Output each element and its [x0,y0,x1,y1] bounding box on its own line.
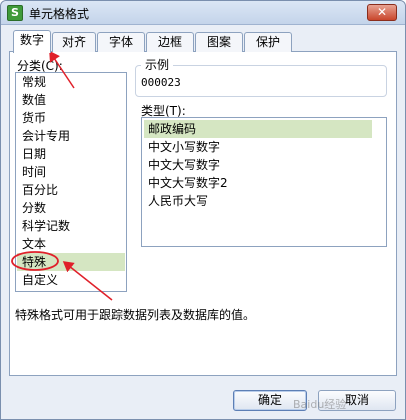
type-item-chinese-uppercase-2[interactable]: 中文大写数字2 [144,174,372,192]
category-item-date[interactable]: 日期 [17,145,125,163]
sample-title: 示例 [141,56,174,73]
type-list[interactable]: 邮政编码 中文小写数字 中文大写数字 中文大写数字2 人民币大写 [141,117,387,247]
dialog-title: 单元格格式 [29,7,90,21]
tab-alignment[interactable]: 对齐 [52,32,96,52]
tab-border[interactable]: 边框 [146,32,194,52]
title-bar[interactable]: S 单元格格式 ✕ [1,1,405,25]
category-item-currency[interactable]: 货币 [17,109,125,127]
category-item-number[interactable]: 数值 [17,91,125,109]
category-item-accounting[interactable]: 会计专用 [17,127,125,145]
category-item-fraction[interactable]: 分数 [17,199,125,217]
close-button[interactable]: ✕ [367,4,397,21]
type-item-postal-code[interactable]: 邮政编码 [144,120,372,138]
type-item-chinese-uppercase[interactable]: 中文大写数字 [144,156,372,174]
type-item-chinese-lowercase[interactable]: 中文小写数字 [144,138,372,156]
close-icon: ✕ [376,5,388,19]
type-item-rmb-uppercase[interactable]: 人民币大写 [144,192,372,210]
category-list[interactable]: 常规 数值 货币 会计专用 日期 时间 百分比 分数 科学记数 文本 特殊 自定… [15,72,127,292]
category-item-percentage[interactable]: 百分比 [17,181,125,199]
format-description: 特殊格式可用于跟踪数据列表及数据库的值。 [15,308,256,322]
wps-app-icon: S [7,5,23,21]
tab-number[interactable]: 数字 [13,30,51,53]
category-item-special[interactable]: 特殊 [17,253,125,271]
watermark: Baidu经验 [293,398,347,411]
category-item-time[interactable]: 时间 [17,163,125,181]
category-item-general[interactable]: 常规 [17,73,125,91]
category-item-custom[interactable]: 自定义 [17,271,125,289]
tab-protection[interactable]: 保护 [244,32,292,52]
category-item-scientific[interactable]: 科学记数 [17,217,125,235]
format-cells-dialog: S 单元格格式 ✕ 数字 对齐 字体 边框 图案 保护 分类(C): 常规 数值… [0,0,406,420]
tab-pattern[interactable]: 图案 [195,32,243,52]
sample-value: 000023 [141,76,181,89]
category-item-text[interactable]: 文本 [17,235,125,253]
tab-font[interactable]: 字体 [97,32,145,52]
